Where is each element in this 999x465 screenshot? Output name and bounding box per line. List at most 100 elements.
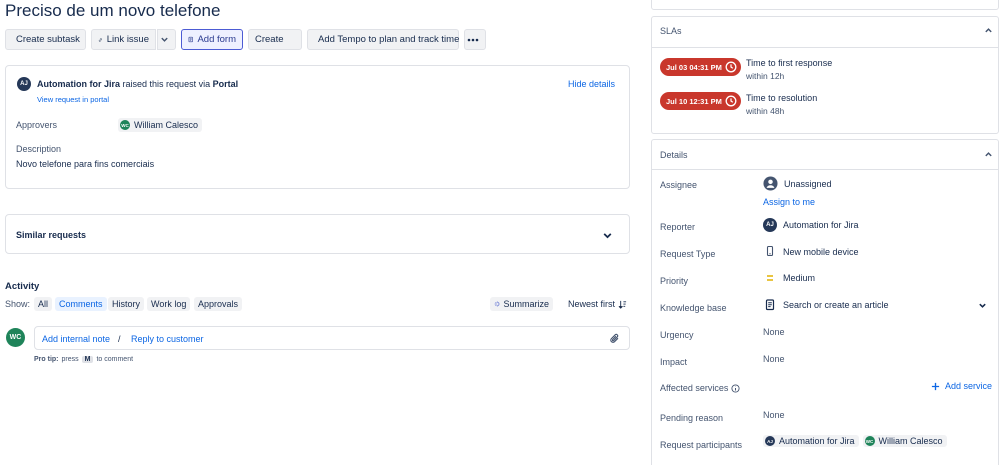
participant-chip[interactable]: AJ Automation for Jira xyxy=(763,435,859,447)
pro-tip-rest: to comment xyxy=(96,356,134,363)
raised-by-user[interactable]: Automation for Jira xyxy=(37,79,120,89)
sla-within-first-response: within 12h xyxy=(746,71,785,81)
separator: / xyxy=(118,334,121,344)
link-icon xyxy=(98,37,102,42)
approver-name: William Calesco xyxy=(134,120,199,130)
activity-show-label: Show: xyxy=(5,299,31,309)
priority-value: Medium xyxy=(783,273,816,283)
add-tempo-button[interactable]: Add Tempo to plan and track time xyxy=(307,29,459,50)
participant-chip[interactable]: WC William Calesco xyxy=(862,435,947,447)
create-subtask-label: Create subtask xyxy=(16,34,80,45)
impact-label: Impact xyxy=(660,357,688,367)
raised-channel: Portal xyxy=(212,79,239,89)
add-service-button[interactable]: Add service xyxy=(931,381,992,391)
participant-name: William Calesco xyxy=(878,436,943,446)
avatar: WC xyxy=(6,328,25,347)
description-label: Description xyxy=(16,144,62,154)
reply-to-customer-link[interactable]: Reply to customer xyxy=(131,334,204,344)
article-icon xyxy=(765,299,775,311)
reporter-field[interactable]: AJ Automation for Jira xyxy=(763,218,859,232)
clock-icon xyxy=(725,61,737,73)
sort-icon xyxy=(618,300,627,309)
keyboard-shortcut-key: M xyxy=(81,356,94,363)
request-type-value: New mobile device xyxy=(783,246,859,257)
details-title: Details xyxy=(660,150,688,160)
sparkle-icon xyxy=(494,301,500,307)
more-actions-button[interactable] xyxy=(464,29,486,50)
add-service-label: Add service xyxy=(945,381,993,391)
knowledge-base-field[interactable]: Search or create an article xyxy=(763,299,987,311)
link-issue-label: Link issue xyxy=(106,34,149,45)
sort-order-button[interactable]: Newest first xyxy=(568,299,627,309)
assign-to-me-link[interactable]: Assign to me xyxy=(763,197,815,207)
comment-editor[interactable]: Add internal note / Reply to customer xyxy=(34,326,630,350)
assignee-field[interactable]: Unassigned xyxy=(763,176,832,191)
avatar: AJ xyxy=(765,436,775,446)
form-icon xyxy=(188,36,193,43)
activity-tab-approvals[interactable]: Approvals xyxy=(194,297,243,311)
urgency-value[interactable]: None xyxy=(763,327,785,337)
activity-tab-all[interactable]: All xyxy=(34,297,53,311)
assignee-value: Unassigned xyxy=(784,178,832,189)
attachment-icon[interactable] xyxy=(609,332,621,345)
link-issue-dropdown-button[interactable] xyxy=(157,29,176,50)
chevron-down-icon xyxy=(161,37,168,42)
pending-reason-value[interactable]: None xyxy=(763,410,785,420)
chevron-up-icon[interactable] xyxy=(984,150,993,159)
avatar: AJ xyxy=(763,218,777,232)
pro-tip: Pro tip: press M to comment xyxy=(34,356,133,363)
approver-chip[interactable]: WC William Calesco xyxy=(118,118,203,132)
link-issue-button[interactable]: Link issue xyxy=(91,29,156,50)
reporter-value: Automation for Jira xyxy=(783,220,859,230)
pro-tip-press: press xyxy=(61,356,79,363)
impact-value[interactable]: None xyxy=(763,354,785,364)
activity-title: Activity xyxy=(5,281,40,292)
mobile-device-icon xyxy=(766,246,774,257)
chevron-down-icon[interactable] xyxy=(602,230,613,241)
add-form-button[interactable]: Add form xyxy=(181,29,243,50)
activity-tab-comments[interactable]: Comments xyxy=(55,297,107,311)
sla-badge-time: Jul 10 12:31 PM xyxy=(666,96,722,106)
create-subtask-button[interactable]: Create subtask xyxy=(5,29,86,50)
priority-label: Priority xyxy=(660,276,689,286)
priority-medium-icon xyxy=(767,275,773,281)
slas-title: SLAs xyxy=(660,26,682,36)
affected-services-label: Affected services xyxy=(660,383,729,393)
affected-services-row: Affected services xyxy=(660,383,740,393)
chevron-up-icon[interactable] xyxy=(984,26,993,35)
raised-by-line: Automation for Jira raised this request … xyxy=(37,79,238,89)
sla-badge-first-response: Jul 03 04:31 PM xyxy=(660,58,741,76)
summarize-label: Summarize xyxy=(503,299,549,309)
add-internal-note-link[interactable]: Add internal note xyxy=(42,334,110,344)
similar-requests-label: Similar requests xyxy=(16,230,87,240)
view-request-in-portal-link[interactable]: View request in portal xyxy=(37,95,109,104)
knowledge-base-placeholder: Search or create an article xyxy=(783,300,889,310)
hide-details-link[interactable]: Hide details xyxy=(568,79,615,89)
info-icon[interactable] xyxy=(731,383,740,393)
sla-badge-time: Jul 03 04:31 PM xyxy=(666,62,722,72)
request-type-label: Request Type xyxy=(660,249,716,259)
pro-tip-label: Pro tip: xyxy=(34,356,59,363)
similar-requests-panel[interactable]: Similar requests xyxy=(5,214,630,254)
description-text: Novo telefone para fins comerciais xyxy=(16,159,155,169)
create-dropdown-button[interactable]: Create xyxy=(248,29,302,50)
add-form-label: Add form xyxy=(197,34,236,45)
activity-tab-work-log[interactable]: Work log xyxy=(147,297,191,311)
add-tempo-label: Add Tempo to plan and track time xyxy=(318,34,460,45)
priority-field[interactable]: Medium xyxy=(763,273,815,283)
sla-within-resolution: within 48h xyxy=(746,106,785,116)
chevron-down-icon xyxy=(979,303,986,308)
issue-title: Preciso de um novo telefone xyxy=(5,1,221,20)
summarize-button[interactable]: Summarize xyxy=(490,297,553,311)
urgency-label: Urgency xyxy=(660,330,694,340)
plus-icon xyxy=(931,382,940,390)
avatar: WC xyxy=(864,436,875,446)
sort-order-label: Newest first xyxy=(568,299,616,309)
clock-icon xyxy=(725,95,737,107)
avatar: AJ xyxy=(17,77,31,91)
create-label: Create xyxy=(255,34,284,45)
activity-tab-history[interactable]: History xyxy=(108,297,145,311)
participant-name: Automation for Jira xyxy=(779,436,855,446)
request-type-field[interactable]: New mobile device xyxy=(763,246,859,257)
request-participants-label: Request participants xyxy=(660,440,743,450)
